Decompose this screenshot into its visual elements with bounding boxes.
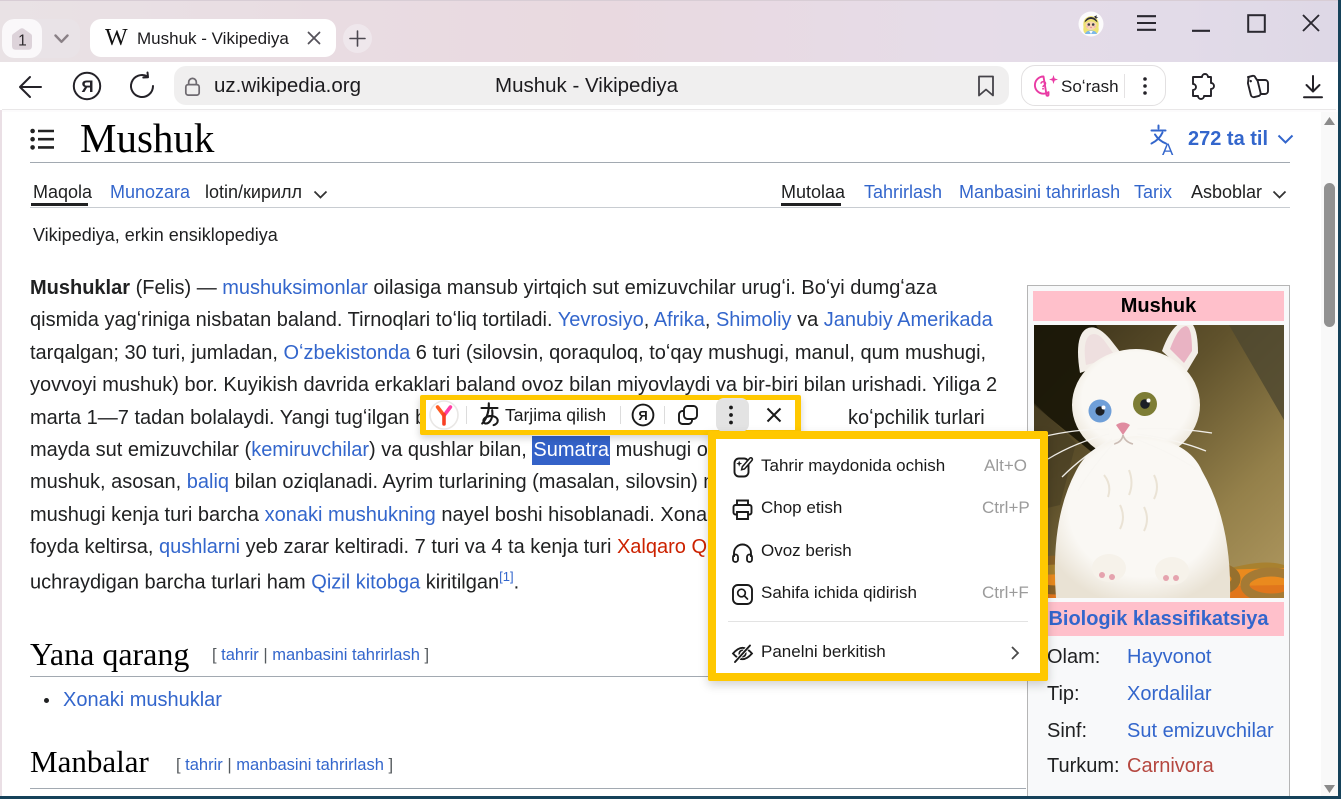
svg-text:?: ? [1040, 78, 1047, 92]
svg-text:1: 1 [18, 32, 27, 49]
svg-text:A: A [1162, 140, 1174, 157]
svg-text:Я: Я [81, 77, 93, 96]
svg-text:Я: Я [638, 408, 647, 423]
